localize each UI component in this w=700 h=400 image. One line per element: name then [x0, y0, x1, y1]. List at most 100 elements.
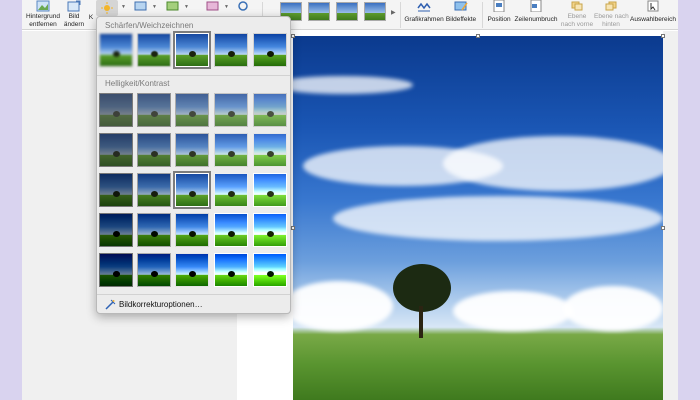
remove-background-button[interactable]: Hintergrund entfernen	[24, 0, 62, 30]
bring-forward-icon	[571, 1, 583, 11]
resize-handle-middle-left[interactable]	[291, 226, 295, 230]
compress-icon	[238, 1, 248, 11]
brightness-contrast-thumbnail[interactable]	[253, 213, 287, 247]
brightness-contrast-thumbnail[interactable]	[214, 213, 248, 247]
tree-crown	[393, 264, 451, 312]
brightness-contrast-thumbnail[interactable]	[99, 133, 133, 167]
brightness-contrast-thumbnail[interactable]	[99, 213, 133, 247]
brightness-contrast-heading: Helligkeit/Kontrast	[105, 79, 170, 88]
brightness-contrast-thumbnail[interactable]	[173, 171, 211, 209]
picture-effects-icon	[454, 1, 468, 11]
styles-gallery-arrow-icon[interactable]: ▶	[391, 9, 396, 16]
remove-background-label-2: entfernen	[29, 21, 57, 28]
sharpen-soften-thumbnail[interactable]	[137, 33, 171, 67]
position-button[interactable]: Position	[484, 0, 514, 30]
picture-style-4[interactable]	[364, 2, 386, 21]
brightness-contrast-thumbnail[interactable]	[137, 133, 171, 167]
brightness-contrast-thumbnail[interactable]	[175, 253, 209, 287]
sharpen-soften-thumbnail[interactable]	[99, 33, 133, 67]
ribbon-separator	[482, 2, 483, 28]
brightness-contrast-thumbnail[interactable]	[99, 93, 133, 127]
wrap-text-button[interactable]: Zeilenumbruch	[514, 0, 558, 30]
color-caret-icon[interactable]: ▼	[152, 4, 157, 10]
resize-handle-top-left[interactable]	[291, 34, 295, 38]
cloud	[293, 281, 393, 331]
cloud	[563, 286, 663, 331]
selection-pane-label: Auswahlbereich	[630, 16, 676, 23]
selection-pane-button[interactable]: Auswahlbereich	[629, 0, 677, 30]
brightness-contrast-thumbnail[interactable]	[137, 93, 171, 127]
brightness-contrast-thumbnail[interactable]	[175, 213, 209, 247]
sharpen-soften-thumbnail[interactable]	[214, 33, 248, 67]
brightness-contrast-thumbnail[interactable]	[99, 173, 133, 207]
picture-effects-button[interactable]: Bildeffekte	[444, 0, 478, 30]
bring-forward-label-2: nach vorne	[560, 21, 594, 28]
sharpen-soften-heading: Schärfen/Weichzeichnen	[105, 21, 194, 30]
picture-style-3[interactable]	[336, 2, 358, 21]
picture-frame-label: Grafikrahmen	[404, 16, 444, 23]
position-label: Position	[487, 16, 511, 23]
change-image-label-2: ändern	[63, 21, 85, 28]
position-icon	[493, 0, 505, 12]
send-backward-label-2: hinten	[602, 21, 620, 28]
dropdown-divider	[97, 75, 290, 76]
resize-handle-top-right[interactable]	[661, 34, 665, 38]
color-icon	[134, 1, 147, 11]
brightness-contrast-thumbnail[interactable]	[214, 133, 248, 167]
wrap-text-icon	[530, 0, 542, 12]
brightness-contrast-thumbnail[interactable]	[253, 253, 287, 287]
brightness-contrast-thumbnail[interactable]	[137, 253, 171, 287]
bring-forward-button[interactable]: Ebene nach vorne	[560, 0, 594, 30]
partial-button[interactable]: K	[86, 0, 96, 30]
picture-frame-button[interactable]: Grafikrahmen	[404, 0, 444, 30]
selected-picture[interactable]	[293, 36, 663, 400]
corrections-options-label: Bildkorrekturoptionen…	[119, 300, 203, 309]
remove-background-icon	[36, 0, 50, 12]
ribbon-separator	[400, 2, 401, 28]
brightness-contrast-thumbnail[interactable]	[214, 93, 248, 127]
brightness-contrast-thumbnail[interactable]	[99, 253, 133, 287]
cloud	[443, 136, 663, 191]
canvas-background-right	[663, 31, 678, 400]
brightness-contrast-thumbnail[interactable]	[137, 173, 171, 207]
sun-icon	[101, 2, 113, 14]
transparency-icon	[206, 1, 219, 11]
corrections-dropdown: Schärfen/Weichzeichnen Helligkeit/Kontra…	[96, 16, 291, 314]
send-backward-button[interactable]: Ebene nach hinten	[594, 0, 629, 30]
brightness-contrast-thumbnail[interactable]	[214, 253, 248, 287]
partial-button-label: K	[88, 14, 94, 21]
selection-pane-icon	[647, 0, 659, 12]
brightness-contrast-thumbnail[interactable]	[137, 213, 171, 247]
send-backward-label-1: Ebene nach	[594, 13, 629, 20]
corrections-button[interactable]	[96, 0, 118, 16]
tree-trunk	[419, 306, 423, 338]
change-image-label-1: Bild	[68, 13, 80, 20]
send-backward-icon	[605, 1, 617, 11]
resize-handle-middle-right[interactable]	[661, 226, 665, 230]
dropdown-divider	[97, 294, 290, 295]
bring-forward-label-1: Ebene	[567, 13, 587, 20]
resize-handle-top-center[interactable]	[476, 34, 480, 38]
picture-frame-icon	[417, 2, 431, 12]
artistic-effects-icon	[166, 1, 179, 11]
cloud	[293, 76, 413, 94]
brightness-contrast-thumbnail[interactable]	[253, 93, 287, 127]
corrections-caret-icon[interactable]: ▼	[121, 4, 126, 10]
transparency-caret-icon[interactable]: ▼	[224, 4, 229, 10]
brightness-contrast-thumbnail[interactable]	[214, 173, 248, 207]
change-image-icon	[67, 0, 81, 12]
brightness-contrast-thumbnail[interactable]	[175, 133, 209, 167]
brightness-contrast-thumbnail[interactable]	[175, 93, 209, 127]
sharpen-soften-thumbnail[interactable]	[173, 31, 211, 69]
wrap-text-label: Zeilenumbruch	[514, 16, 558, 23]
picture-effects-label: Bildeffekte	[445, 16, 477, 23]
picture-style-2[interactable]	[308, 2, 330, 21]
change-image-button[interactable]: Bild ändern	[62, 0, 86, 30]
remove-background-label-1: Hintergrund	[26, 13, 60, 20]
cloud	[333, 196, 663, 241]
artistic-caret-icon[interactable]: ▼	[184, 4, 189, 10]
brightness-contrast-thumbnail[interactable]	[253, 133, 287, 167]
corrections-options-icon	[105, 299, 116, 310]
sharpen-soften-thumbnail[interactable]	[253, 33, 287, 67]
brightness-contrast-thumbnail[interactable]	[253, 173, 287, 207]
